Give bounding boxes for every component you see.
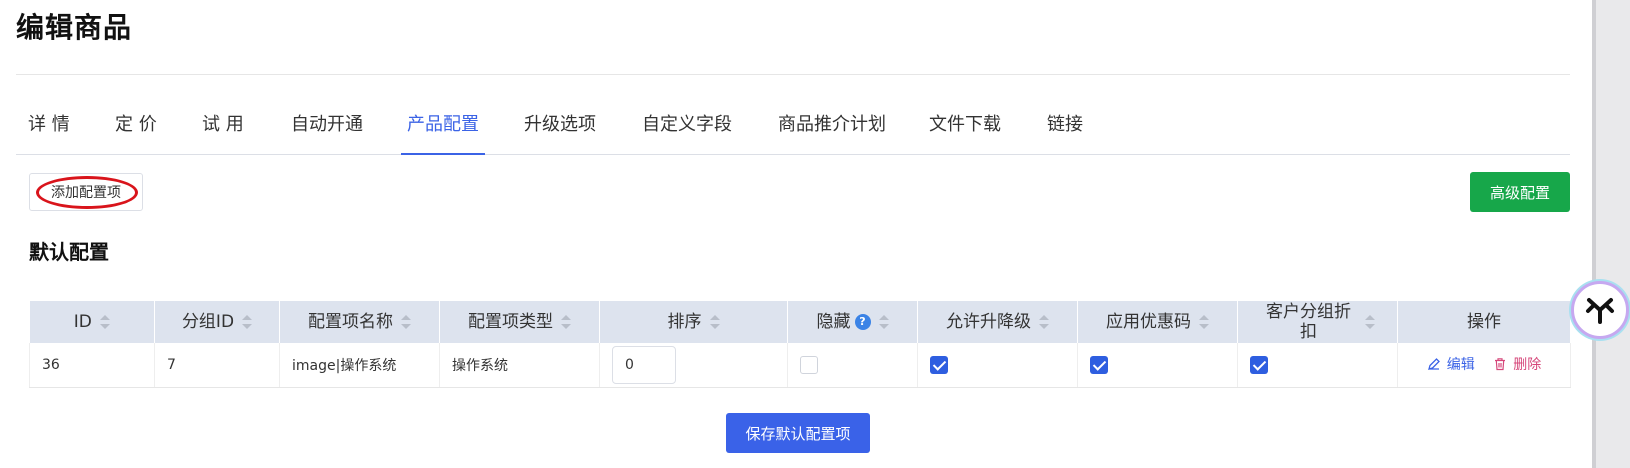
- col-header-order[interactable]: 排序: [599, 301, 788, 343]
- cell-group-discount: [1237, 343, 1398, 388]
- sort-icon[interactable]: [401, 315, 411, 329]
- cell-name: image|操作系统: [279, 343, 440, 388]
- cell-apply-coupon: [1077, 343, 1238, 388]
- tab-pricing[interactable]: 定 价: [115, 108, 157, 142]
- sort-icon[interactable]: [242, 315, 253, 329]
- config-table: ID 分组ID 配置项名称 配置项类型 排序 隐藏? 允许升降级 应用优惠码 客…: [29, 301, 1571, 388]
- floating-assistant-button[interactable]: [1571, 281, 1629, 339]
- cell-group-id: 7: [154, 343, 280, 388]
- allow-upgrade-checkbox[interactable]: [930, 355, 948, 374]
- cell-id: 36: [29, 343, 155, 388]
- tab-referral-plan[interactable]: 商品推介计划: [778, 108, 886, 142]
- tab-trial[interactable]: 试 用: [202, 108, 244, 142]
- tab-upgrade-options[interactable]: 升级选项: [524, 108, 596, 142]
- sort-icon[interactable]: [878, 315, 889, 329]
- sort-icon[interactable]: [561, 315, 571, 329]
- hidden-checkbox[interactable]: [800, 355, 818, 374]
- assistant-logo-icon: [1586, 298, 1614, 324]
- sort-icon[interactable]: [1199, 315, 1209, 329]
- cell-allow-upgrade: [917, 343, 1078, 388]
- col-header-allow-upgrade[interactable]: 允许升降级: [917, 301, 1078, 343]
- side-panel-background: [1592, 0, 1630, 468]
- add-config-item-button[interactable]: 添加配置项: [29, 173, 143, 211]
- tab-links[interactable]: 链接: [1047, 108, 1083, 142]
- tab-file-downloads[interactable]: 文件下载: [929, 108, 1001, 142]
- sort-icon[interactable]: [99, 315, 110, 329]
- tab-custom-fields[interactable]: 自定义字段: [642, 108, 732, 142]
- question-icon[interactable]: ?: [854, 314, 871, 330]
- sort-icon[interactable]: [1364, 315, 1375, 329]
- delete-button[interactable]: 删除: [1493, 354, 1541, 374]
- col-header-group-id[interactable]: 分组ID: [154, 301, 280, 343]
- table-header-row: ID 分组ID 配置项名称 配置项类型 排序 隐藏? 允许升降级 应用优惠码 客…: [29, 301, 1571, 343]
- sort-icon[interactable]: [1039, 315, 1049, 329]
- tab-bar: 详 情 定 价 试 用 自动开通 产品配置 升级选项 自定义字段 商品推介计划 …: [16, 108, 1570, 155]
- col-header-name[interactable]: 配置项名称: [279, 301, 440, 343]
- save-default-config-button[interactable]: 保存默认配置项: [726, 413, 870, 453]
- col-header-actions: 操作: [1397, 301, 1571, 343]
- tab-product-config[interactable]: 产品配置: [401, 108, 485, 155]
- col-header-hidden[interactable]: 隐藏?: [787, 301, 918, 343]
- sort-icon[interactable]: [709, 315, 720, 329]
- advanced-config-button[interactable]: 高级配置: [1470, 172, 1570, 212]
- order-input[interactable]: [612, 345, 676, 384]
- col-header-apply-coupon[interactable]: 应用优惠码: [1077, 301, 1238, 343]
- col-header-group-discount[interactable]: 客户分组折扣: [1237, 301, 1398, 343]
- cell-hidden: [787, 343, 918, 388]
- edit-button[interactable]: 编辑: [1427, 354, 1475, 374]
- cell-actions: 编辑 删除: [1397, 343, 1571, 388]
- col-header-id[interactable]: ID: [29, 301, 155, 343]
- tab-auto-provision[interactable]: 自动开通: [291, 108, 363, 142]
- cell-type: 操作系统: [439, 343, 600, 388]
- cell-order: [599, 343, 788, 388]
- default-config-heading: 默认配置: [29, 240, 109, 264]
- title-divider: [16, 74, 1570, 75]
- tab-details[interactable]: 详 情: [28, 108, 70, 142]
- group-discount-checkbox[interactable]: [1250, 355, 1268, 374]
- scrollbar[interactable]: [1592, 0, 1596, 468]
- page-title: 编辑商品: [16, 11, 133, 44]
- table-row: 36 7 image|操作系统 操作系统 编辑 删除: [29, 343, 1571, 388]
- pencil-icon: [1427, 358, 1440, 371]
- trash-icon: [1495, 358, 1506, 371]
- col-header-type[interactable]: 配置项类型: [439, 301, 600, 343]
- apply-coupon-checkbox[interactable]: [1090, 355, 1108, 374]
